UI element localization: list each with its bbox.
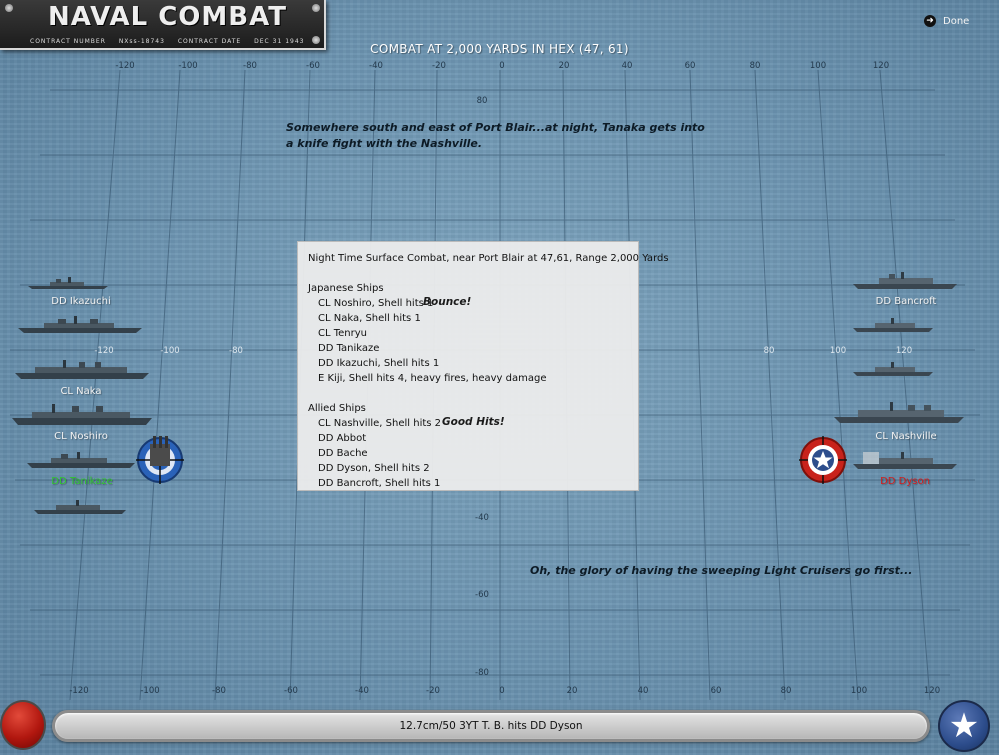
status-bar: 12.7cm/50 3YT T. B. hits DD Dyson (52, 710, 930, 742)
white-star-icon[interactable]: ★ (938, 700, 990, 752)
ship-icon[interactable] (34, 500, 126, 514)
combat-report-panel: Night Time Surface Combat, near Port Bla… (297, 241, 669, 491)
good-hits-callout: Good Hits! (442, 416, 505, 428)
axis-tick: 40 (637, 686, 649, 696)
axis-tick: 100 (809, 61, 827, 71)
axis-tick: -80 (475, 668, 489, 678)
report-entry: CL Tenryu (318, 328, 367, 339)
axis-tick: -120 (115, 61, 135, 71)
axis-tick: 60 (710, 686, 722, 696)
axis-tick: -100 (140, 686, 160, 696)
ship-icon[interactable] (15, 360, 149, 379)
combat-header: COMBAT AT 2,000 YARDS IN HEX (47, 61) (370, 42, 629, 56)
ship-label: CL Naka (60, 386, 102, 397)
axis-tick: 20 (558, 61, 570, 71)
ship-label-active: DD Tanikaze (51, 476, 113, 487)
report-entry: CL Noshiro, Shell hits 1 (318, 298, 434, 309)
status-message: 12.7cm/50 3YT T. B. hits DD Dyson (399, 720, 583, 732)
ship-label: CL Nashville (875, 431, 937, 442)
axis-tick: -100 (178, 61, 198, 71)
red-ball-icon[interactable] (0, 700, 46, 750)
axis-tick: 120 (895, 346, 913, 356)
axis-tick: 80 (780, 686, 792, 696)
ship-icon[interactable] (12, 404, 152, 425)
ship-icon[interactable] (853, 362, 933, 376)
ship-icon[interactable] (28, 276, 108, 289)
axis-tick: -40 (355, 686, 369, 696)
report-entry: E Kiji, Shell hits 4, heavy fires, heavy… (318, 373, 547, 384)
ship-icon[interactable] (27, 452, 135, 468)
report-entry: DD Dyson, Shell hits 2 (318, 463, 430, 474)
report-entry: DD Bancroft, Shell hits 1 (318, 478, 441, 489)
axis-tick: -80 (229, 346, 243, 356)
axis-tick: 60 (684, 61, 696, 71)
axis-tick: -80 (212, 686, 226, 696)
axis-tick: 40 (621, 61, 633, 71)
axis-tick: -60 (284, 686, 298, 696)
axis-tick: 0 (499, 61, 505, 71)
report-entry: DD Bache (318, 448, 368, 459)
ship-label: DD Bancroft (875, 296, 937, 307)
arrow-right-circle-icon: ➜ (924, 15, 936, 27)
axis-tick: 0 (499, 686, 505, 696)
japanese-ships-header: Japanese Ships (308, 283, 384, 294)
axis-tick: -20 (432, 61, 446, 71)
ship-icon[interactable] (853, 318, 933, 332)
axis-tick: -60 (475, 590, 489, 600)
ship-label: CL Noshiro (54, 431, 108, 442)
commentary-top: Somewhere south and east of Port Blair..… (286, 121, 705, 150)
ship-label-hit: DD Dyson (880, 476, 930, 487)
game-title: NAVAL COMBAT (48, 2, 287, 32)
ship-icon[interactable] (853, 452, 957, 469)
allied-target-reticle-icon[interactable] (799, 436, 847, 484)
report-entry: DD Abbot (318, 433, 367, 444)
report-entry: DD Tanikaze (318, 343, 380, 354)
commentary-bottom: Oh, the glory of having the sweeping Lig… (530, 564, 913, 577)
axis-tick: -40 (369, 61, 383, 71)
axis-tick: -120 (94, 346, 114, 356)
done-button[interactable]: ➜ Done (924, 15, 969, 27)
axis-tick: -80 (243, 61, 257, 71)
axis-tick: 120 (923, 686, 941, 696)
report-entry: CL Naka, Shell hits 1 (318, 313, 421, 324)
done-label: Done (943, 15, 970, 27)
bounce-callout: Bounce! (423, 296, 472, 308)
japanese-target-reticle-icon[interactable] (136, 436, 184, 484)
axis-tick: -40 (475, 513, 489, 523)
allied-ships-header: Allied Ships (308, 403, 366, 414)
axis-tick: -60 (306, 61, 320, 71)
ship-label: DD Ikazuchi (51, 296, 111, 307)
axis-tick: -120 (69, 686, 89, 696)
axis-tick: 100 (850, 686, 868, 696)
star-glyph: ★ (948, 706, 980, 746)
axis-tick: -100 (160, 346, 180, 356)
ship-icon[interactable] (834, 402, 964, 423)
axis-tick: 120 (872, 61, 890, 71)
screw-icon (5, 4, 13, 12)
report-entry: DD Ikazuchi, Shell hits 1 (318, 358, 440, 369)
axis-tick: 20 (566, 686, 578, 696)
screw-icon (312, 4, 320, 12)
axis-tick: 80 (476, 96, 488, 106)
ship-icon[interactable] (18, 316, 142, 333)
axis-tick: 100 (829, 346, 847, 356)
report-title: Night Time Surface Combat, near Port Bla… (308, 253, 669, 264)
axis-tick: -20 (426, 686, 440, 696)
ship-icon[interactable] (853, 272, 957, 289)
axis-tick: 80 (749, 61, 761, 71)
axis-tick: 80 (763, 346, 775, 356)
